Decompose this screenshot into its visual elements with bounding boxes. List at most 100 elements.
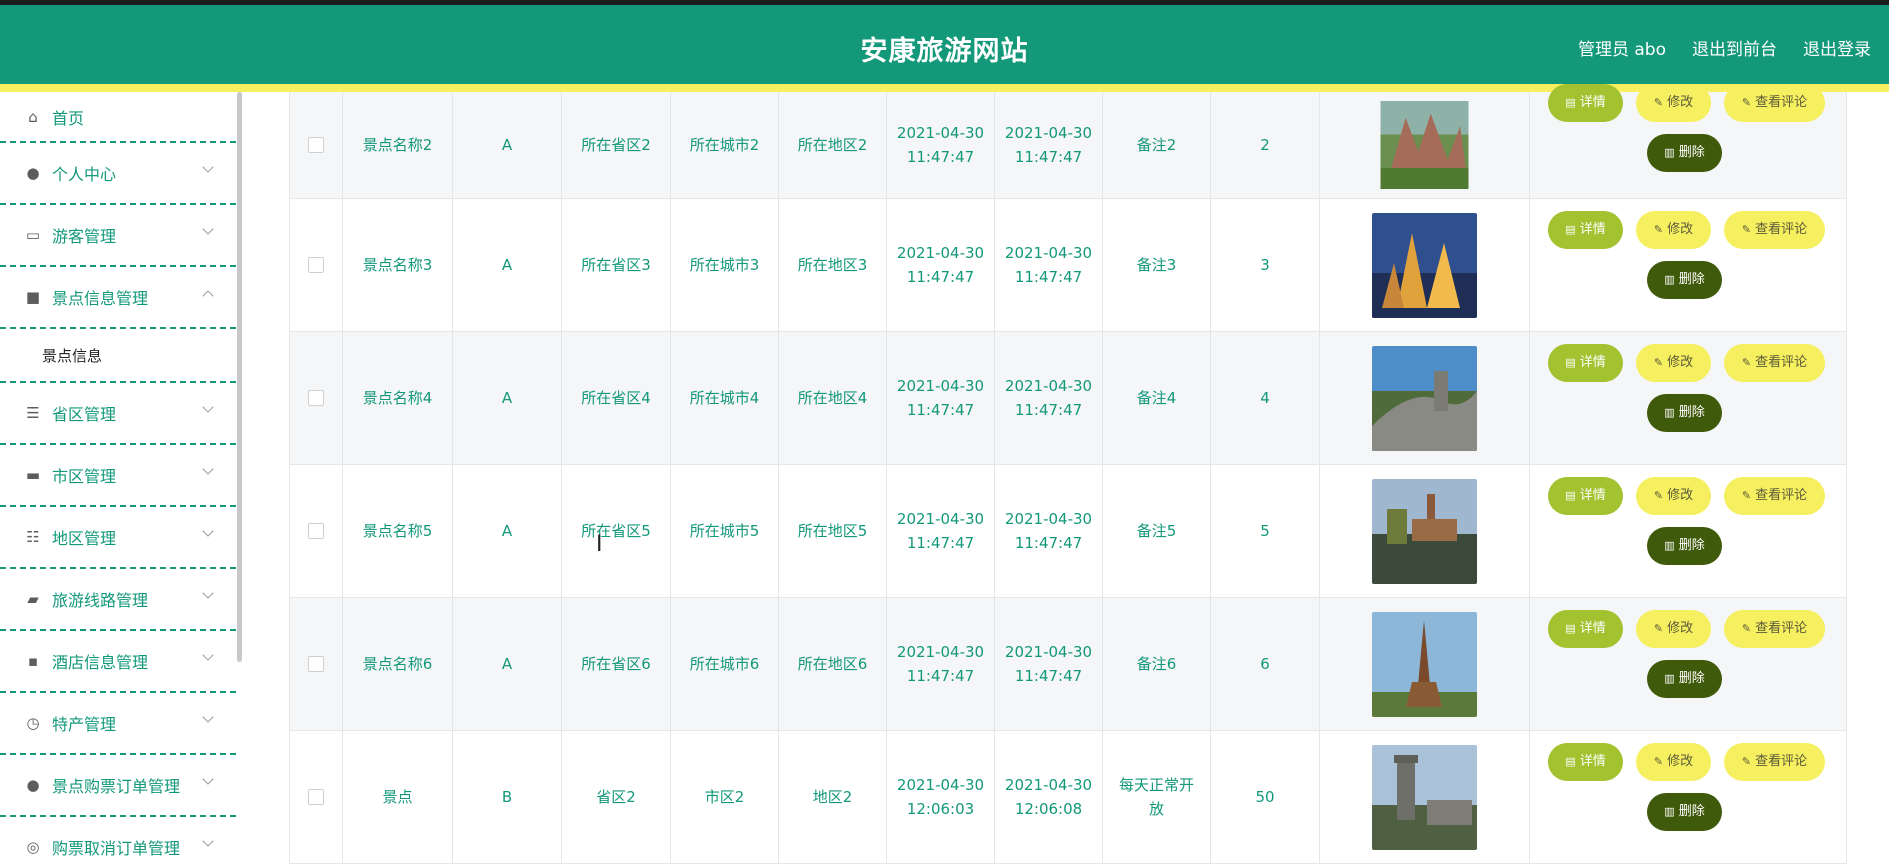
detail-button[interactable]: ▤ 详情 xyxy=(1548,344,1623,382)
updated-clock: 11:47:47 xyxy=(1014,148,1083,166)
created-date: 2021-04-30 xyxy=(896,244,985,262)
logout-link[interactable]: 退出登录 xyxy=(1803,35,1871,60)
trash-icon: ▥ xyxy=(1664,273,1675,286)
updated-clock: 11:47:47 xyxy=(1014,401,1083,419)
table-row: 景点名称4 A 所在省区4 所在城市4 所在地区4 2021-04-30 11:47:47 2… xyxy=(289,332,1847,465)
attraction-photo xyxy=(1372,611,1477,717)
attraction-name: 景点 xyxy=(343,731,453,863)
attraction-name: 景点名称6 xyxy=(343,598,453,730)
top-header: 安康旅游网站 管理员 abo 退出到前台 退出登录 xyxy=(0,5,1889,84)
sidebar-item-list[interactable]: ☰ 省区管理 xyxy=(0,383,236,445)
delete-button[interactable]: ▥ 删除 xyxy=(1647,793,1722,831)
remark: 备注6 xyxy=(1103,598,1211,730)
edit-button[interactable]: ✎ 修改 xyxy=(1636,610,1711,648)
delete-button[interactable]: ▥ 删除 xyxy=(1647,527,1722,565)
row-actions: ▤ 详情 ✎ 修改 ✎ 查看评论 ▥ 删除 xyxy=(1548,610,1848,720)
row-checkbox[interactable] xyxy=(308,523,324,539)
created-date: 2021-04-30 xyxy=(896,510,985,528)
created-time: 2021-04-30 11:47:47 xyxy=(887,92,995,198)
edit-button[interactable]: ✎ 修改 xyxy=(1636,743,1711,781)
sidebar-item-clipboard[interactable]: ■ 景点信息管理 xyxy=(0,267,236,329)
sidebar-item-globe[interactable]: ◎ 购票取消订单管理 xyxy=(0,817,236,857)
sidebar-item-label: 景点购票订单管理 xyxy=(52,777,181,796)
edit-button[interactable]: ✎ 修改 xyxy=(1636,477,1711,515)
sidebar-item-printer[interactable]: ▬ 市区管理 xyxy=(0,445,236,507)
edit-button[interactable]: ✎ 修改 xyxy=(1636,344,1711,382)
pencil-icon: ✎ xyxy=(1741,223,1752,236)
chevron-down-icon xyxy=(202,161,214,173)
pencil-icon: ✎ xyxy=(1653,622,1664,635)
view-comments-button[interactable]: ✎ 查看评论 xyxy=(1724,610,1825,648)
view-comments-button[interactable]: ✎ 查看评论 xyxy=(1724,211,1825,249)
row-checkbox[interactable] xyxy=(308,390,324,406)
row-checkbox[interactable] xyxy=(308,656,324,672)
attraction-photo xyxy=(1372,744,1477,850)
sidebar-item-label: 景点信息管理 xyxy=(52,289,149,308)
created-time: 2021-04-30 12:06:03 xyxy=(887,731,995,863)
province: 所在省区4 xyxy=(562,332,671,464)
detail-button[interactable]: ▤ 详情 xyxy=(1548,610,1623,648)
admin-user-label[interactable]: 管理员 abo xyxy=(1578,35,1666,60)
area: 地区2 xyxy=(779,731,887,863)
remark: 备注3 xyxy=(1103,199,1211,331)
document-icon: ▤ xyxy=(1565,489,1576,502)
sidebar-item-label: 省区管理 xyxy=(52,405,117,424)
pencil-icon: ✎ xyxy=(1653,223,1664,236)
view-comments-button[interactable]: ✎ 查看评论 xyxy=(1724,477,1825,515)
detail-button[interactable]: ▤ 详情 xyxy=(1548,84,1623,122)
sidebar-item-home[interactable]: ⌂ 首页 xyxy=(0,92,236,143)
view-comments-button[interactable]: ✎ 查看评论 xyxy=(1724,743,1825,781)
delete-button[interactable]: ▥ 删除 xyxy=(1647,134,1722,172)
sidebar-item-person[interactable]: ● 景点购票订单管理 xyxy=(0,755,236,817)
back-to-frontend-link[interactable]: 退出到前台 xyxy=(1692,35,1777,60)
edit-button[interactable]: ✎ 修改 xyxy=(1636,211,1711,249)
created-clock: 11:47:47 xyxy=(906,268,975,286)
created-time: 2021-04-30 11:47:47 xyxy=(887,199,995,331)
view-comments-button[interactable]: ✎ 查看评论 xyxy=(1724,84,1825,122)
sidebar-scrollbar[interactable] xyxy=(237,92,242,662)
sliders-icon: ☷ xyxy=(26,528,40,546)
pencil-icon: ✎ xyxy=(1653,96,1664,109)
province: 所在省区5 xyxy=(562,465,671,597)
remark: 每天正常开放 xyxy=(1103,731,1211,863)
sidebar-item-label: 特产管理 xyxy=(52,715,117,734)
pencil-icon: ✎ xyxy=(1741,96,1752,109)
trash-icon: ▥ xyxy=(1664,406,1675,419)
detail-button[interactable]: ▤ 详情 xyxy=(1548,477,1623,515)
list-icon: ☰ xyxy=(26,404,40,422)
created-clock: 12:06:03 xyxy=(906,800,975,818)
delete-button[interactable]: ▥ 删除 xyxy=(1647,660,1722,698)
attraction-table: 景点名称2 A 所在省区2 所在城市2 所在地区2 2021-04-30 11:47:47 2… xyxy=(289,84,1848,864)
document-icon: ▤ xyxy=(1565,96,1576,109)
home-icon: ⌂ xyxy=(28,107,38,126)
sidebar-item-clock[interactable]: ◷ 特产管理 xyxy=(0,693,236,755)
sidebar-item-user[interactable]: ● 个人中心 xyxy=(0,143,236,205)
sidebar-subitem-attraction-info[interactable]: 景点信息 xyxy=(0,329,236,383)
remark: 备注2 xyxy=(1103,92,1211,198)
detail-button[interactable]: ▤ 详情 xyxy=(1548,743,1623,781)
chevron-down-icon xyxy=(202,835,214,847)
sidebar-item-id-card[interactable]: ▭ 游客管理 xyxy=(0,205,236,267)
province: 所在省区2 xyxy=(562,92,671,198)
row-checkbox[interactable] xyxy=(308,257,324,273)
sidebar-item-ticket[interactable]: ▰ 旅游线路管理 xyxy=(0,569,236,631)
detail-button[interactable]: ▤ 详情 xyxy=(1548,211,1623,249)
row-checkbox[interactable] xyxy=(308,137,324,153)
document-icon: ▤ xyxy=(1565,356,1576,369)
sidebar-item-chat[interactable]: ▪ 酒店信息管理 xyxy=(0,631,236,693)
city: 所在城市3 xyxy=(671,199,779,331)
city: 市区2 xyxy=(671,731,779,863)
created-time: 2021-04-30 11:47:47 xyxy=(887,465,995,597)
delete-button[interactable]: ▥ 删除 xyxy=(1647,261,1722,299)
attraction-grade: B xyxy=(453,731,562,863)
delete-button[interactable]: ▥ 删除 xyxy=(1647,394,1722,432)
sidebar-item-sliders[interactable]: ☷ 地区管理 xyxy=(0,507,236,569)
chevron-down-icon xyxy=(202,587,214,599)
sidebar-item-label: 购票取消订单管理 xyxy=(52,839,181,857)
trash-icon: ▥ xyxy=(1664,539,1675,552)
edit-button[interactable]: ✎ 修改 xyxy=(1636,84,1711,122)
row-actions: ▤ 详情 ✎ 修改 ✎ 查看评论 ▥ 删除 xyxy=(1548,743,1848,853)
row-checkbox[interactable] xyxy=(308,789,324,805)
document-icon: ▤ xyxy=(1565,755,1576,768)
view-comments-button[interactable]: ✎ 查看评论 xyxy=(1724,344,1825,382)
